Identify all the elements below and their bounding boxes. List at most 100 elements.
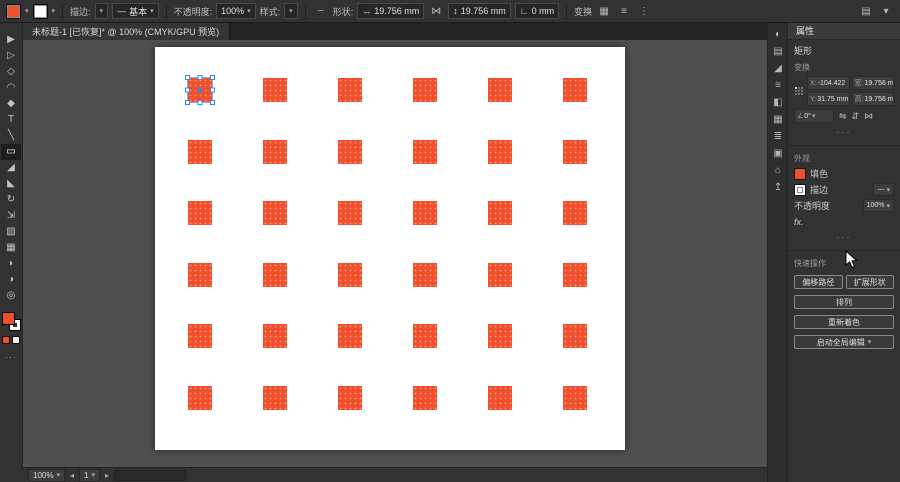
grid-square[interactable] — [263, 324, 287, 348]
grid-square[interactable] — [488, 324, 512, 348]
zoom-level-dropdown[interactable]: 100% ▾ — [28, 469, 65, 482]
reference-point-widget[interactable] — [794, 87, 803, 96]
fill-color-swatch[interactable] — [6, 4, 21, 19]
export-panel-icon[interactable]: ↥ — [774, 183, 782, 193]
grid-square[interactable] — [338, 263, 362, 287]
shape-height-field[interactable]: ↕ 19.756 mm — [448, 3, 511, 19]
grid-square[interactable] — [338, 140, 362, 164]
expand-shape-button[interactable]: 扩展形状 — [846, 275, 895, 289]
grid-square[interactable] — [263, 140, 287, 164]
grid-square[interactable] — [188, 324, 212, 348]
toolbar-more-tools[interactable]: ··· — [5, 352, 17, 362]
mini-swatch-fill[interactable] — [2, 336, 10, 344]
style-field[interactable]: ▾ — [284, 3, 298, 19]
selection-handle[interactable] — [210, 75, 215, 80]
swatches-panel-icon[interactable]: ▤ — [773, 47, 782, 57]
corner-radius-field[interactable]: ∟ 0 mm — [515, 3, 559, 19]
link-dimensions-icon[interactable]: ⋈ — [428, 3, 444, 19]
grid-square[interactable] — [413, 201, 437, 225]
blend-tool[interactable]: ◑ — [1, 272, 21, 288]
grid-square[interactable] — [338, 324, 362, 348]
lasso-tool[interactable]: ◠ — [1, 80, 21, 96]
grid-square[interactable] — [488, 263, 512, 287]
grid-square[interactable] — [413, 78, 437, 102]
transform-menu-label[interactable]: 变换 — [574, 5, 592, 18]
grid-square[interactable] — [263, 386, 287, 410]
next-artboard-button[interactable]: ▸ — [105, 471, 109, 480]
grid-square[interactable] — [188, 140, 212, 164]
width-field[interactable]: 宽: 19.756 mm — [852, 76, 895, 90]
grid-square[interactable] — [563, 78, 587, 102]
grid-square[interactable] — [188, 386, 212, 410]
tab-properties[interactable]: 属性 — [788, 22, 900, 40]
paintbrush-tool[interactable]: ◢ — [1, 160, 21, 176]
stroke-weight-dropdown[interactable]: —▾ — [873, 183, 894, 196]
grid-square[interactable] — [488, 78, 512, 102]
more-options-icon[interactable]: ⋮ — [636, 3, 652, 19]
libraries-panel-icon[interactable]: ⌂ — [775, 166, 781, 176]
brush-definition-field[interactable]: — 基本 ▾ — [112, 3, 159, 19]
grid-square[interactable] — [263, 201, 287, 225]
flip-horizontal-icon[interactable]: ⇋ — [839, 111, 847, 122]
grid-square[interactable] — [563, 386, 587, 410]
arrange-documents-icon[interactable]: ▤ — [858, 3, 874, 19]
rectangle-tool[interactable]: ▭ — [1, 144, 21, 160]
grid-square[interactable] — [488, 140, 512, 164]
grid-square[interactable] — [413, 324, 437, 348]
direct-selection-tool[interactable]: ▷ — [1, 48, 21, 64]
panel-fill-swatch[interactable] — [794, 168, 806, 180]
grid-square[interactable] — [413, 140, 437, 164]
color-panel-icon[interactable]: ◐ — [775, 30, 781, 40]
layers-panel-icon[interactable]: ≣ — [774, 132, 782, 142]
recolor-button[interactable]: 重新着色 — [794, 315, 894, 329]
type-tool[interactable]: T — [1, 112, 21, 128]
mesh-tool[interactable]: ▦ — [1, 240, 21, 256]
rotate-tool[interactable]: ↻ — [1, 192, 21, 208]
magic-wand-tool[interactable]: ◇ — [1, 64, 21, 80]
panel-stroke-swatch[interactable] — [794, 184, 806, 196]
distribute-objects-icon[interactable]: ≡ — [616, 3, 632, 19]
selection-handle[interactable] — [198, 100, 203, 105]
panel-opacity-dropdown[interactable]: 100% ▾ — [863, 199, 894, 212]
brushes-panel-icon[interactable]: ◢ — [774, 64, 782, 74]
stroke-panel-icon[interactable]: ≡ — [775, 81, 781, 91]
grid-square[interactable] — [413, 263, 437, 287]
dashed-stroke-icon[interactable]: ┄ — [313, 3, 329, 19]
height-field[interactable]: 高: 19.756 mm — [852, 92, 895, 106]
grid-square[interactable] — [188, 78, 212, 102]
start-global-edit-button[interactable]: 启动全局编辑 ▾ — [794, 335, 894, 349]
canvas-area[interactable] — [22, 40, 768, 468]
selection-handle[interactable] — [210, 100, 215, 105]
selection-tool[interactable]: ▶ — [1, 32, 21, 48]
artboard-navigation-dropdown[interactable]: 1 ▾ — [79, 469, 100, 482]
grid-square[interactable] — [488, 201, 512, 225]
selection-handle[interactable] — [185, 100, 190, 105]
gradient-panel-icon[interactable]: ◧ — [773, 98, 782, 108]
artboard[interactable] — [155, 47, 625, 450]
mini-swatch-white[interactable] — [12, 336, 20, 344]
flip-vertical-icon[interactable]: ⇵ — [852, 111, 860, 122]
opacity-field[interactable]: 100% ▾ — [216, 3, 256, 19]
grid-square[interactable] — [563, 324, 587, 348]
grid-square[interactable] — [263, 263, 287, 287]
scale-tool[interactable]: ⇲ — [1, 208, 21, 224]
grid-square[interactable] — [338, 78, 362, 102]
grid-square[interactable] — [563, 140, 587, 164]
grid-square[interactable] — [338, 201, 362, 225]
pen-tool[interactable]: ◆ — [1, 96, 21, 112]
constrain-proportions-icon[interactable]: ⋈ — [864, 111, 873, 122]
toolbar-fill-indicator[interactable] — [2, 312, 15, 325]
workspace-switcher-icon[interactable]: ▾ — [878, 3, 894, 19]
document-tab[interactable]: 未标题-1 [已恢复]* @ 100% (CMYK/GPU 预览) — [22, 22, 230, 40]
grid-square[interactable] — [188, 201, 212, 225]
offset-path-button[interactable]: 偏移路径 — [794, 275, 843, 289]
line-segment-tool[interactable]: ╲ — [1, 128, 21, 144]
prev-artboard-button[interactable]: ◂ — [70, 471, 74, 480]
shape-width-field[interactable]: ↔ 19.756 mm — [357, 3, 424, 19]
grid-square[interactable] — [338, 386, 362, 410]
eyedropper-tool[interactable]: ◗ — [1, 256, 21, 272]
grid-square[interactable] — [263, 78, 287, 102]
grid-square[interactable] — [413, 386, 437, 410]
y-position-field[interactable]: Y: 31.75 mm — [807, 92, 850, 106]
pencil-tool[interactable]: ◣ — [1, 176, 21, 192]
